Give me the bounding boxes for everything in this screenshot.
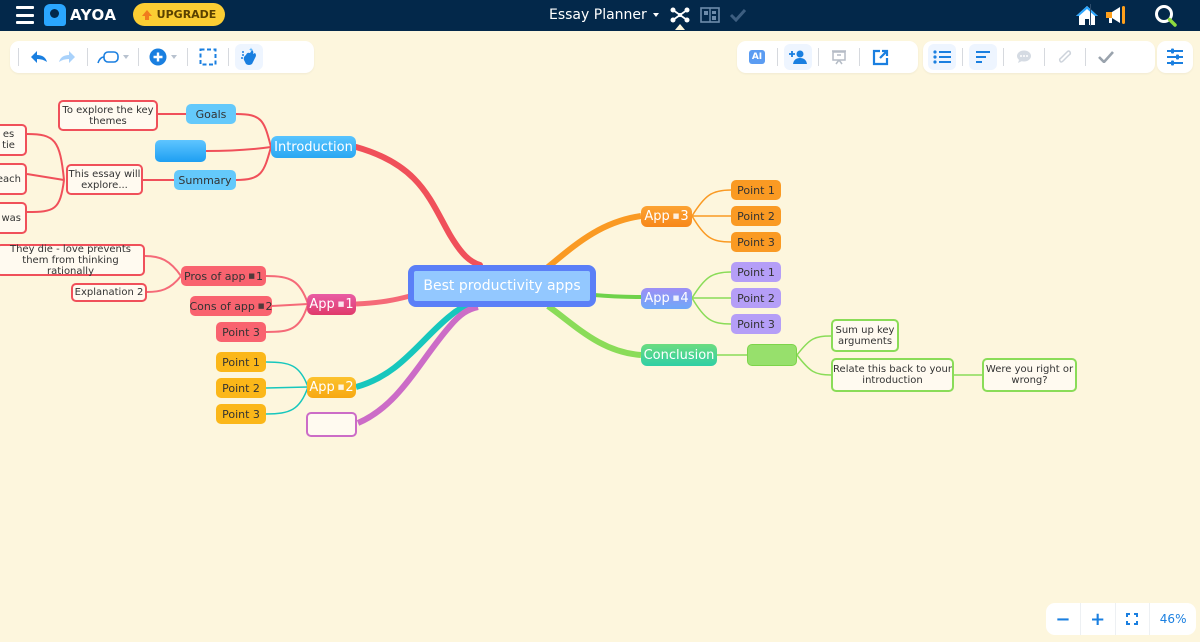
node-app1-point3[interactable]: Point 3 xyxy=(216,322,266,342)
node-badge-number: 3 xyxy=(680,209,689,224)
node-app2[interactable]: App ■ 2 xyxy=(307,377,356,398)
node-badge-number: 2 xyxy=(345,380,354,395)
badge: ■ xyxy=(257,301,265,310)
node-label: They die - love prevents them from think… xyxy=(9,243,131,277)
node-label: Point 2 xyxy=(737,209,775,223)
node-label: Summary xyxy=(178,173,232,187)
node-intro-blank[interactable] xyxy=(155,140,206,162)
fit-screen-button[interactable] xyxy=(1116,603,1151,635)
node-label: Point 3 xyxy=(737,317,775,331)
zoom-controls: − + 46% xyxy=(1046,603,1196,635)
node-label: Sum up key arguments xyxy=(835,324,895,347)
node-app2-point[interactable]: Point 1 xyxy=(216,352,266,372)
node-badge-number: 1 xyxy=(345,297,354,312)
node-label: Point 1 xyxy=(222,355,260,369)
note-pros-2[interactable]: Explanation 2 xyxy=(71,283,147,302)
node-app2-point[interactable]: Point 3 xyxy=(216,404,266,424)
badge: ■ xyxy=(337,383,345,391)
node-app2-point[interactable]: Point 2 xyxy=(216,378,266,398)
note-summary-child[interactable]: each xyxy=(0,163,27,195)
node-label: This essay will explore... xyxy=(68,168,141,191)
node-label: App xyxy=(644,209,670,224)
branch-conclusion xyxy=(546,303,642,358)
note-conclusion[interactable]: Sum up key arguments xyxy=(831,319,899,352)
note-goals[interactable]: To explore the key themes xyxy=(58,100,158,131)
zoom-out-button[interactable]: − xyxy=(1046,603,1081,635)
node-cons[interactable]: Cons of app ■ 2 xyxy=(189,296,273,316)
node-app4[interactable]: App ■ 4 xyxy=(641,288,692,309)
branch-empty xyxy=(356,304,479,426)
node-app3-point[interactable]: Point 1 xyxy=(731,180,781,200)
minus-icon: − xyxy=(1055,608,1071,630)
node-label: Explanation 2 xyxy=(74,287,144,298)
node-label: App xyxy=(309,297,335,312)
node-label: was xyxy=(1,212,21,224)
branch-app3 xyxy=(546,213,642,270)
note-summary-child[interactable]: es tie xyxy=(0,124,27,156)
note-conclusion[interactable]: Relate this back to your introduction xyxy=(831,358,954,392)
node-label: Point 2 xyxy=(737,291,775,305)
node-conclusion[interactable]: Conclusion xyxy=(641,344,717,366)
branch-introduction xyxy=(353,144,483,268)
node-label: Cons of app xyxy=(189,299,255,313)
node-label: To explore the key themes xyxy=(62,104,154,127)
node-badge-number: 1 xyxy=(256,269,264,283)
badge: ■ xyxy=(672,212,680,220)
node-app1[interactable]: App ■ 1 xyxy=(307,294,356,315)
node-label: Point 1 xyxy=(737,183,775,197)
node-introduction[interactable]: Introduction xyxy=(271,136,356,158)
node-label: Goals xyxy=(195,107,227,121)
node-label: Conclusion xyxy=(643,347,715,363)
zoom-in-button[interactable]: + xyxy=(1081,603,1116,635)
node-conclusion-blank[interactable] xyxy=(747,344,797,366)
node-label: Point 3 xyxy=(222,407,260,421)
node-app4-point[interactable]: Point 1 xyxy=(731,262,781,282)
node-label: Introduction xyxy=(274,139,353,155)
zoom-level[interactable]: 46% xyxy=(1150,603,1196,635)
badge: ■ xyxy=(672,294,680,302)
node-label: Point 2 xyxy=(222,381,260,395)
note-summary[interactable]: This essay will explore... xyxy=(66,164,143,195)
app2-subbranches xyxy=(265,361,309,415)
node-app3-point[interactable]: Point 2 xyxy=(731,206,781,226)
central-topic[interactable]: Best productivity apps xyxy=(408,265,596,307)
app4-subbranches xyxy=(691,271,732,325)
note-conclusion-sub[interactable]: Were you right or wrong? xyxy=(982,358,1077,392)
node-empty-branch[interactable] xyxy=(306,412,357,437)
branch-app4 xyxy=(593,293,642,299)
node-label: Relate this back to your introduction xyxy=(833,364,952,386)
node-pros[interactable]: Pros of app ■ 1 xyxy=(181,266,266,286)
node-badge-number: 4 xyxy=(680,291,689,306)
node-label: Pros of app xyxy=(183,269,246,283)
node-label: Point 3 xyxy=(737,235,775,249)
mindmap-connectors xyxy=(26,113,982,426)
branch-app1 xyxy=(355,293,411,307)
fit-screen-icon xyxy=(1126,613,1139,625)
zoom-value: 46% xyxy=(1159,612,1187,626)
plus-icon: + xyxy=(1090,608,1106,630)
note-summary-child[interactable]: was xyxy=(0,202,27,234)
node-label: Point 3 xyxy=(222,325,260,339)
badge: ■ xyxy=(248,271,256,280)
badge: ■ xyxy=(337,300,345,308)
node-app4-point[interactable]: Point 3 xyxy=(731,314,781,334)
node-label: Point 1 xyxy=(737,265,775,279)
node-label: App xyxy=(644,291,670,306)
node-badge-number: 2 xyxy=(265,299,273,313)
app3-subbranches xyxy=(691,189,732,243)
node-label: Were you right or wrong? xyxy=(985,364,1074,386)
node-app4-point[interactable]: Point 2 xyxy=(731,288,781,308)
node-label: es tie xyxy=(2,129,15,151)
node-app3-point[interactable]: Point 3 xyxy=(731,232,781,252)
node-label: each xyxy=(0,173,21,185)
central-topic-label: Best productivity apps xyxy=(423,278,581,294)
node-summary[interactable]: Summary xyxy=(174,170,236,190)
note-pros-1[interactable]: They die - love prevents them from think… xyxy=(0,243,145,277)
node-goals[interactable]: Goals xyxy=(186,104,236,124)
node-app3[interactable]: App ■ 3 xyxy=(641,206,692,227)
node-label: App xyxy=(309,380,335,395)
